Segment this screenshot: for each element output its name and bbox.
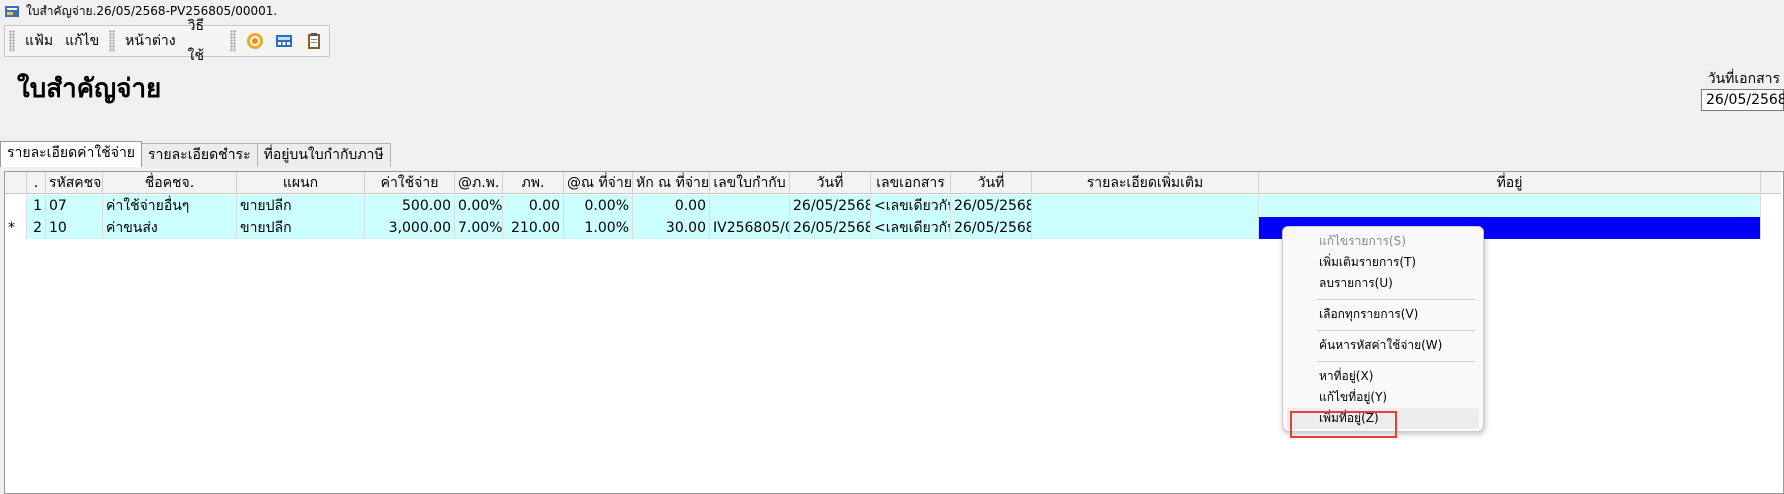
menu-item-add-item[interactable]: เพิ่มเติมรายการ(T) — [1287, 252, 1479, 273]
menu-window[interactable]: หน้าต่าง — [119, 26, 181, 56]
cell-wht-rate[interactable]: 1.00% — [564, 217, 633, 239]
grid-header-amount[interactable]: ค่าใช้จ่าย — [365, 172, 455, 194]
table-row[interactable]: 1 07 ค่าใช้จ่ายอื่นๆ ขายปลีก 500.00 0.00… — [5, 195, 1781, 217]
grid-header-invoice[interactable]: เลขใบกำกับ — [710, 172, 790, 194]
cell-invoice[interactable] — [710, 195, 790, 217]
cell-no[interactable]: 1 — [27, 195, 46, 217]
grid-header-name[interactable]: ชื่อคชจ. — [103, 172, 237, 194]
cell-name[interactable]: ค่าใช้จ่ายอื่นๆ — [103, 195, 237, 217]
menu-item-edit-address[interactable]: แก้ไขที่อยู่(Y) — [1287, 387, 1479, 408]
cell-wht[interactable]: 30.00 — [633, 217, 710, 239]
context-menu: แก้ไขรายการ(S) เพิ่มเติมรายการ(T) ลบรายก… — [1282, 226, 1484, 432]
grid-header-date2[interactable]: วันที่ — [951, 172, 1032, 194]
grid-header-code[interactable]: รหัสคชจ. — [46, 172, 103, 194]
toolbar-grip[interactable] — [230, 30, 236, 52]
menu-separator — [1317, 299, 1475, 300]
tab-strip: รายละเอียดค่าใช้จ่าย รายละเอียดชำระ ที่อ… — [0, 141, 391, 168]
cell-date[interactable]: 26/05/2568 — [790, 217, 871, 239]
doc-date-label: วันที่เอกสาร — [1707, 71, 1780, 87]
clipboard-tool-button[interactable] — [301, 28, 327, 54]
grid-header-detail[interactable]: รายละเอียดเพิ่มเติม — [1032, 172, 1259, 194]
cell-date[interactable]: 26/05/2568 — [790, 195, 871, 217]
window-title: ใบสำคัญจ่าย.26/05/2568-PV256805/00001. — [26, 3, 278, 18]
row-indicator[interactable] — [5, 195, 27, 217]
menu-item-edit-item[interactable]: แก้ไขรายการ(S) — [1287, 231, 1479, 252]
cell-amount[interactable]: 500.00 — [365, 195, 455, 217]
highlight-box — [1290, 411, 1397, 438]
grid-header-vat-rate[interactable]: @ภ.พ. — [455, 172, 503, 194]
menu-item-delete-item[interactable]: ลบรายการ(U) — [1287, 273, 1479, 294]
cell-code[interactable]: 07 — [46, 195, 103, 217]
menu-item-find-address[interactable]: หาที่อยู่(X) — [1287, 366, 1479, 387]
cell-wht[interactable]: 0.00 — [633, 195, 710, 217]
tab-expense-details[interactable]: รายละเอียดค่าใช้จ่าย — [0, 141, 143, 167]
cell-docno[interactable]: <เลขเดียวกัน — [871, 195, 951, 217]
target-icon — [246, 33, 263, 49]
cell-detail[interactable] — [1032, 195, 1259, 217]
calculator-icon — [276, 35, 293, 47]
tab-payment-details[interactable]: รายละเอียดชำระ — [141, 143, 258, 167]
clipboard-icon — [308, 33, 321, 49]
expense-grid: . รหัสคชจ. ชื่อคชจ. แผนก ค่าใช้จ่าย @ภ.พ… — [4, 171, 1784, 494]
grid-header-vat[interactable]: ภพ. — [503, 172, 564, 194]
cell-detail[interactable] — [1032, 217, 1259, 239]
target-tool-button[interactable] — [242, 28, 268, 54]
menu-edit[interactable]: แก้ไข — [59, 26, 105, 56]
cell-amount[interactable]: 3,000.00 — [365, 217, 455, 239]
grid-header-row: . รหัสคชจ. ชื่อคชจ. แผนก ค่าใช้จ่าย @ภ.พ… — [5, 172, 1781, 194]
cell-vat-rate[interactable]: 7.00% — [455, 217, 503, 239]
grid-header-wht[interactable]: หัก ณ ที่จ่าย — [633, 172, 710, 194]
grid-header-address[interactable]: ที่อยู่ — [1259, 172, 1761, 194]
grid-header-no[interactable]: . — [27, 172, 46, 194]
cell-no[interactable]: 2 — [27, 217, 46, 239]
menu-file[interactable]: แฟ้ม — [19, 26, 59, 56]
grid-header-dept[interactable]: แผนก — [237, 172, 365, 194]
menu-toolbar: แฟ้ม แก้ไข หน้าต่าง วิธีใช้ — [4, 18, 330, 64]
page-title: ใบสำคัญจ่าย — [17, 74, 162, 104]
grid-header-wht-rate[interactable]: @ณ ที่จ่าย — [564, 172, 633, 194]
cell-name[interactable]: ค่าขนส่ง — [103, 217, 237, 239]
app-icon — [5, 6, 19, 17]
grid-header-docno[interactable]: เลขเอกสาร — [871, 172, 951, 194]
toolbar-grip[interactable] — [9, 30, 15, 52]
cell-address[interactable] — [1259, 195, 1761, 217]
menu-item-search-expense-code[interactable]: ค้นหารหัสค่าใช้จ่าย(W) — [1287, 335, 1479, 356]
cell-vat[interactable]: 0.00 — [503, 195, 564, 217]
grid-header-date[interactable]: วันที่ — [790, 172, 871, 194]
table-row[interactable]: * 2 10 ค่าขนส่ง ขายปลีก 3,000.00 7.00% 2… — [5, 217, 1781, 239]
cell-invoice[interactable]: IV256805/0001 — [710, 217, 790, 239]
cell-wht-rate[interactable]: 0.00% — [564, 195, 633, 217]
cell-dept[interactable]: ขายปลีก — [237, 217, 365, 239]
title-bar: ใบสำคัญจ่าย.26/05/2568-PV256805/00001. — [0, 0, 1784, 22]
calculator-tool-button[interactable] — [272, 28, 298, 54]
tab-tax-invoice-address[interactable]: ที่อยู่บนใบกำกับภาษี — [256, 143, 391, 167]
cell-dept[interactable]: ขายปลีก — [237, 195, 365, 217]
menu-item-select-all[interactable]: เลือกทุกรายการ(V) — [1287, 304, 1479, 325]
doc-date-field[interactable]: 26/05/2568 — [1701, 89, 1784, 111]
cell-date2[interactable]: 26/05/2568 — [951, 195, 1032, 217]
toolbar-grip[interactable] — [109, 30, 116, 52]
cell-docno[interactable]: <เลขเดียวกัน — [871, 217, 951, 239]
cell-vat[interactable]: 210.00 — [503, 217, 564, 239]
grid-header-indicator — [5, 172, 27, 194]
row-indicator[interactable]: * — [5, 217, 27, 239]
menu-separator — [1317, 361, 1475, 362]
menu-help[interactable]: วิธีใช้ — [182, 11, 226, 71]
cell-vat-rate[interactable]: 0.00% — [455, 195, 503, 217]
menu-separator — [1317, 330, 1475, 331]
cell-date2[interactable]: 26/05/2568 — [951, 217, 1032, 239]
cell-code[interactable]: 10 — [46, 217, 103, 239]
